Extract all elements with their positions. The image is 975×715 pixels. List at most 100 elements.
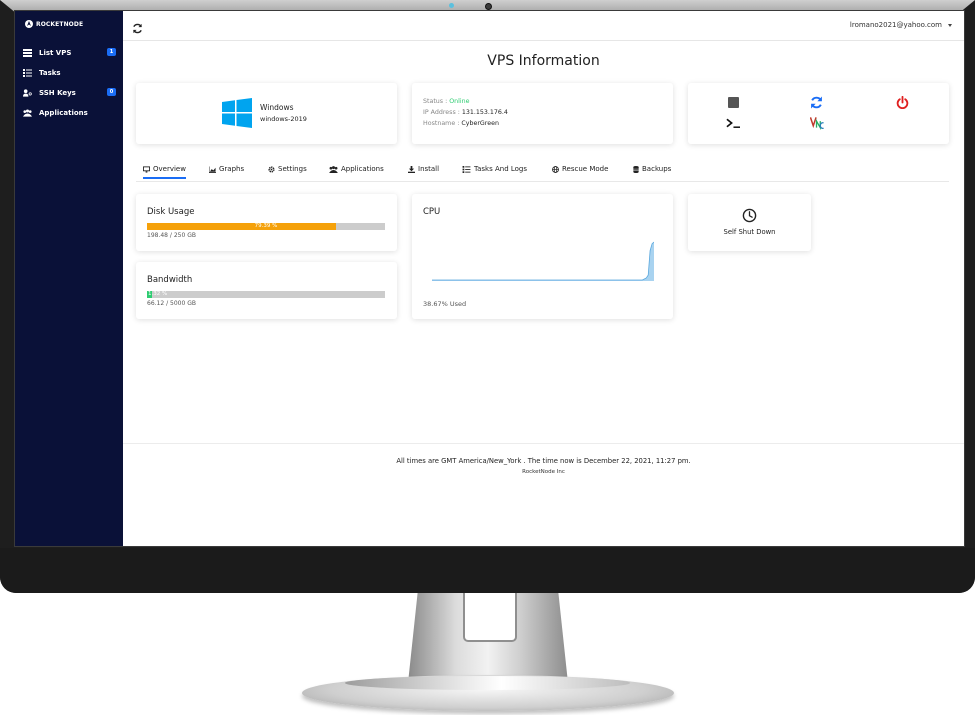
tab-overview[interactable]: Overview xyxy=(143,165,186,179)
vps-tabs: Overview Graphs Settings Applications In… xyxy=(136,161,949,182)
user-email: lromano2021@yahoo.com xyxy=(849,21,942,29)
footer-time-note: All times are GMT America/New_York . The… xyxy=(396,457,691,465)
clock-icon xyxy=(742,208,757,223)
restart-icon xyxy=(810,96,822,108)
tab-label: Applications xyxy=(341,165,384,173)
os-card: Windows windows-2019 xyxy=(136,83,397,144)
sidebar-item-tasks[interactable]: Tasks xyxy=(15,63,123,83)
tab-settings[interactable]: Settings xyxy=(268,165,307,173)
disk-percent: 79.39 % xyxy=(254,223,278,229)
top-bar: lromano2021@yahoo.com xyxy=(123,11,964,41)
tab-label: Backups xyxy=(642,165,672,173)
tab-install[interactable]: Install xyxy=(408,165,439,173)
gear-icon xyxy=(268,165,275,173)
tab-applications[interactable]: Applications xyxy=(329,165,384,173)
tab-tasks-and-logs[interactable]: Tasks And Logs xyxy=(462,165,527,173)
tab-graphs[interactable]: Graphs xyxy=(209,165,244,173)
sidebar-item-label: List VPS xyxy=(39,49,72,57)
cpu-used: 38.67% Used xyxy=(423,300,467,308)
rocket-logo-icon xyxy=(25,20,33,28)
database-icon xyxy=(633,165,639,173)
bandwidth-detail: 66.12 / 5000 GB xyxy=(147,300,196,307)
ip-value: 131.153.176.4 xyxy=(461,109,508,116)
cpu-sparkline xyxy=(432,241,654,281)
os-name: Windows xyxy=(260,103,294,112)
disk-progress-bar: 79.39 % xyxy=(147,223,385,230)
bandwidth-label: Bandwidth xyxy=(147,275,193,285)
disk-usage-card: Disk Usage 79.39 % 198.48 / 250 GB xyxy=(136,194,397,251)
camera-led-icon xyxy=(449,3,454,8)
tab-label: Tasks And Logs xyxy=(474,165,528,173)
caret-down-icon xyxy=(948,23,952,27)
tab-label: Overview xyxy=(153,165,186,173)
hostname-value: CyberGreen xyxy=(461,120,499,127)
tab-rescue-mode[interactable]: Rescue Mode xyxy=(552,165,608,173)
ip-label: IP Address : xyxy=(423,109,460,116)
console-button[interactable] xyxy=(726,116,740,130)
vnc-button[interactable] xyxy=(810,116,824,130)
sidebar: ROCKETNODE List VPS 1 Tasks SSH Keys 0 A… xyxy=(15,11,123,546)
bandwidth-progress-bar: 1.32 % xyxy=(147,291,385,298)
user-menu[interactable]: lromano2021@yahoo.com xyxy=(850,21,952,29)
screen: ROCKETNODE List VPS 1 Tasks SSH Keys 0 A… xyxy=(14,10,965,547)
status-label: Status : xyxy=(423,98,448,105)
footer: All times are GMT America/New_York . The… xyxy=(123,443,964,546)
hostname-label: Hostname : xyxy=(423,120,460,127)
tasks-icon xyxy=(462,165,471,173)
windows-logo-icon xyxy=(222,98,252,128)
status-value: Online xyxy=(449,98,470,105)
console-icon xyxy=(726,118,740,128)
count-badge: 1 xyxy=(107,48,116,56)
refresh-icon[interactable] xyxy=(132,19,143,34)
sidebar-item-list-vps[interactable]: List VPS 1 xyxy=(15,43,123,63)
monitor-stand-cable-hole xyxy=(463,593,517,642)
download-icon xyxy=(408,165,415,173)
vnc-icon xyxy=(810,117,824,130)
sidebar-item-label: Applications xyxy=(39,109,88,117)
cpu-area xyxy=(432,242,654,281)
brand-logo[interactable]: ROCKETNODE xyxy=(25,20,83,28)
disk-detail: 198.48 / 250 GB xyxy=(147,232,196,239)
cpu-card: CPU 38.67% Used xyxy=(412,194,673,319)
monitor-icon xyxy=(143,165,150,173)
monitor-stand-base-top xyxy=(345,676,630,690)
tab-label: Install xyxy=(418,165,440,173)
applications-icon xyxy=(23,109,32,118)
bandwidth-percent: 1.32 % xyxy=(148,291,168,297)
hostname-row: Hostname : CyberGreen xyxy=(423,120,499,127)
power-icon xyxy=(896,95,908,109)
os-version: windows-2019 xyxy=(260,115,307,123)
sidebar-item-applications[interactable]: Applications xyxy=(15,103,123,123)
restart-button[interactable] xyxy=(809,95,823,109)
status-row: Status : Online xyxy=(423,98,470,105)
monitor-chin xyxy=(0,548,975,593)
globe-icon xyxy=(552,165,559,173)
tab-backups[interactable]: Backups xyxy=(633,165,671,173)
power-button[interactable] xyxy=(895,95,909,109)
self-shut-down-button[interactable]: Self Shut Down xyxy=(688,194,811,251)
user-key-icon xyxy=(23,89,32,98)
list-icon xyxy=(23,49,32,58)
cpu-label: CPU xyxy=(423,207,441,217)
sidebar-nav: List VPS 1 Tasks SSH Keys 0 Applications xyxy=(15,43,123,123)
ip-row: IP Address : 131.153.176.4 xyxy=(423,109,508,116)
camera-icon xyxy=(485,3,492,10)
tasks-icon xyxy=(23,69,32,78)
cpu-line xyxy=(432,241,654,281)
tab-label: Settings xyxy=(278,165,307,173)
brand-name: ROCKETNODE xyxy=(36,20,84,28)
disk-usage-label: Disk Usage xyxy=(147,207,195,217)
stop-button[interactable] xyxy=(726,95,740,109)
chart-icon xyxy=(209,165,216,173)
count-badge: 0 xyxy=(107,88,116,96)
actions-card xyxy=(688,83,949,144)
self-shut-down-label: Self Shut Down xyxy=(723,228,776,236)
status-card: Status : Online IP Address : 131.153.176… xyxy=(412,83,673,144)
sidebar-item-label: Tasks xyxy=(39,69,61,77)
sidebar-item-ssh-keys[interactable]: SSH Keys 0 xyxy=(15,83,123,103)
footer-company: RocketNode Inc xyxy=(522,469,565,475)
applications-icon xyxy=(329,165,338,173)
bandwidth-card: Bandwidth 1.32 % 66.12 / 5000 GB xyxy=(136,262,397,319)
page-title: VPS Information xyxy=(487,53,600,69)
sidebar-item-label: SSH Keys xyxy=(39,89,76,97)
